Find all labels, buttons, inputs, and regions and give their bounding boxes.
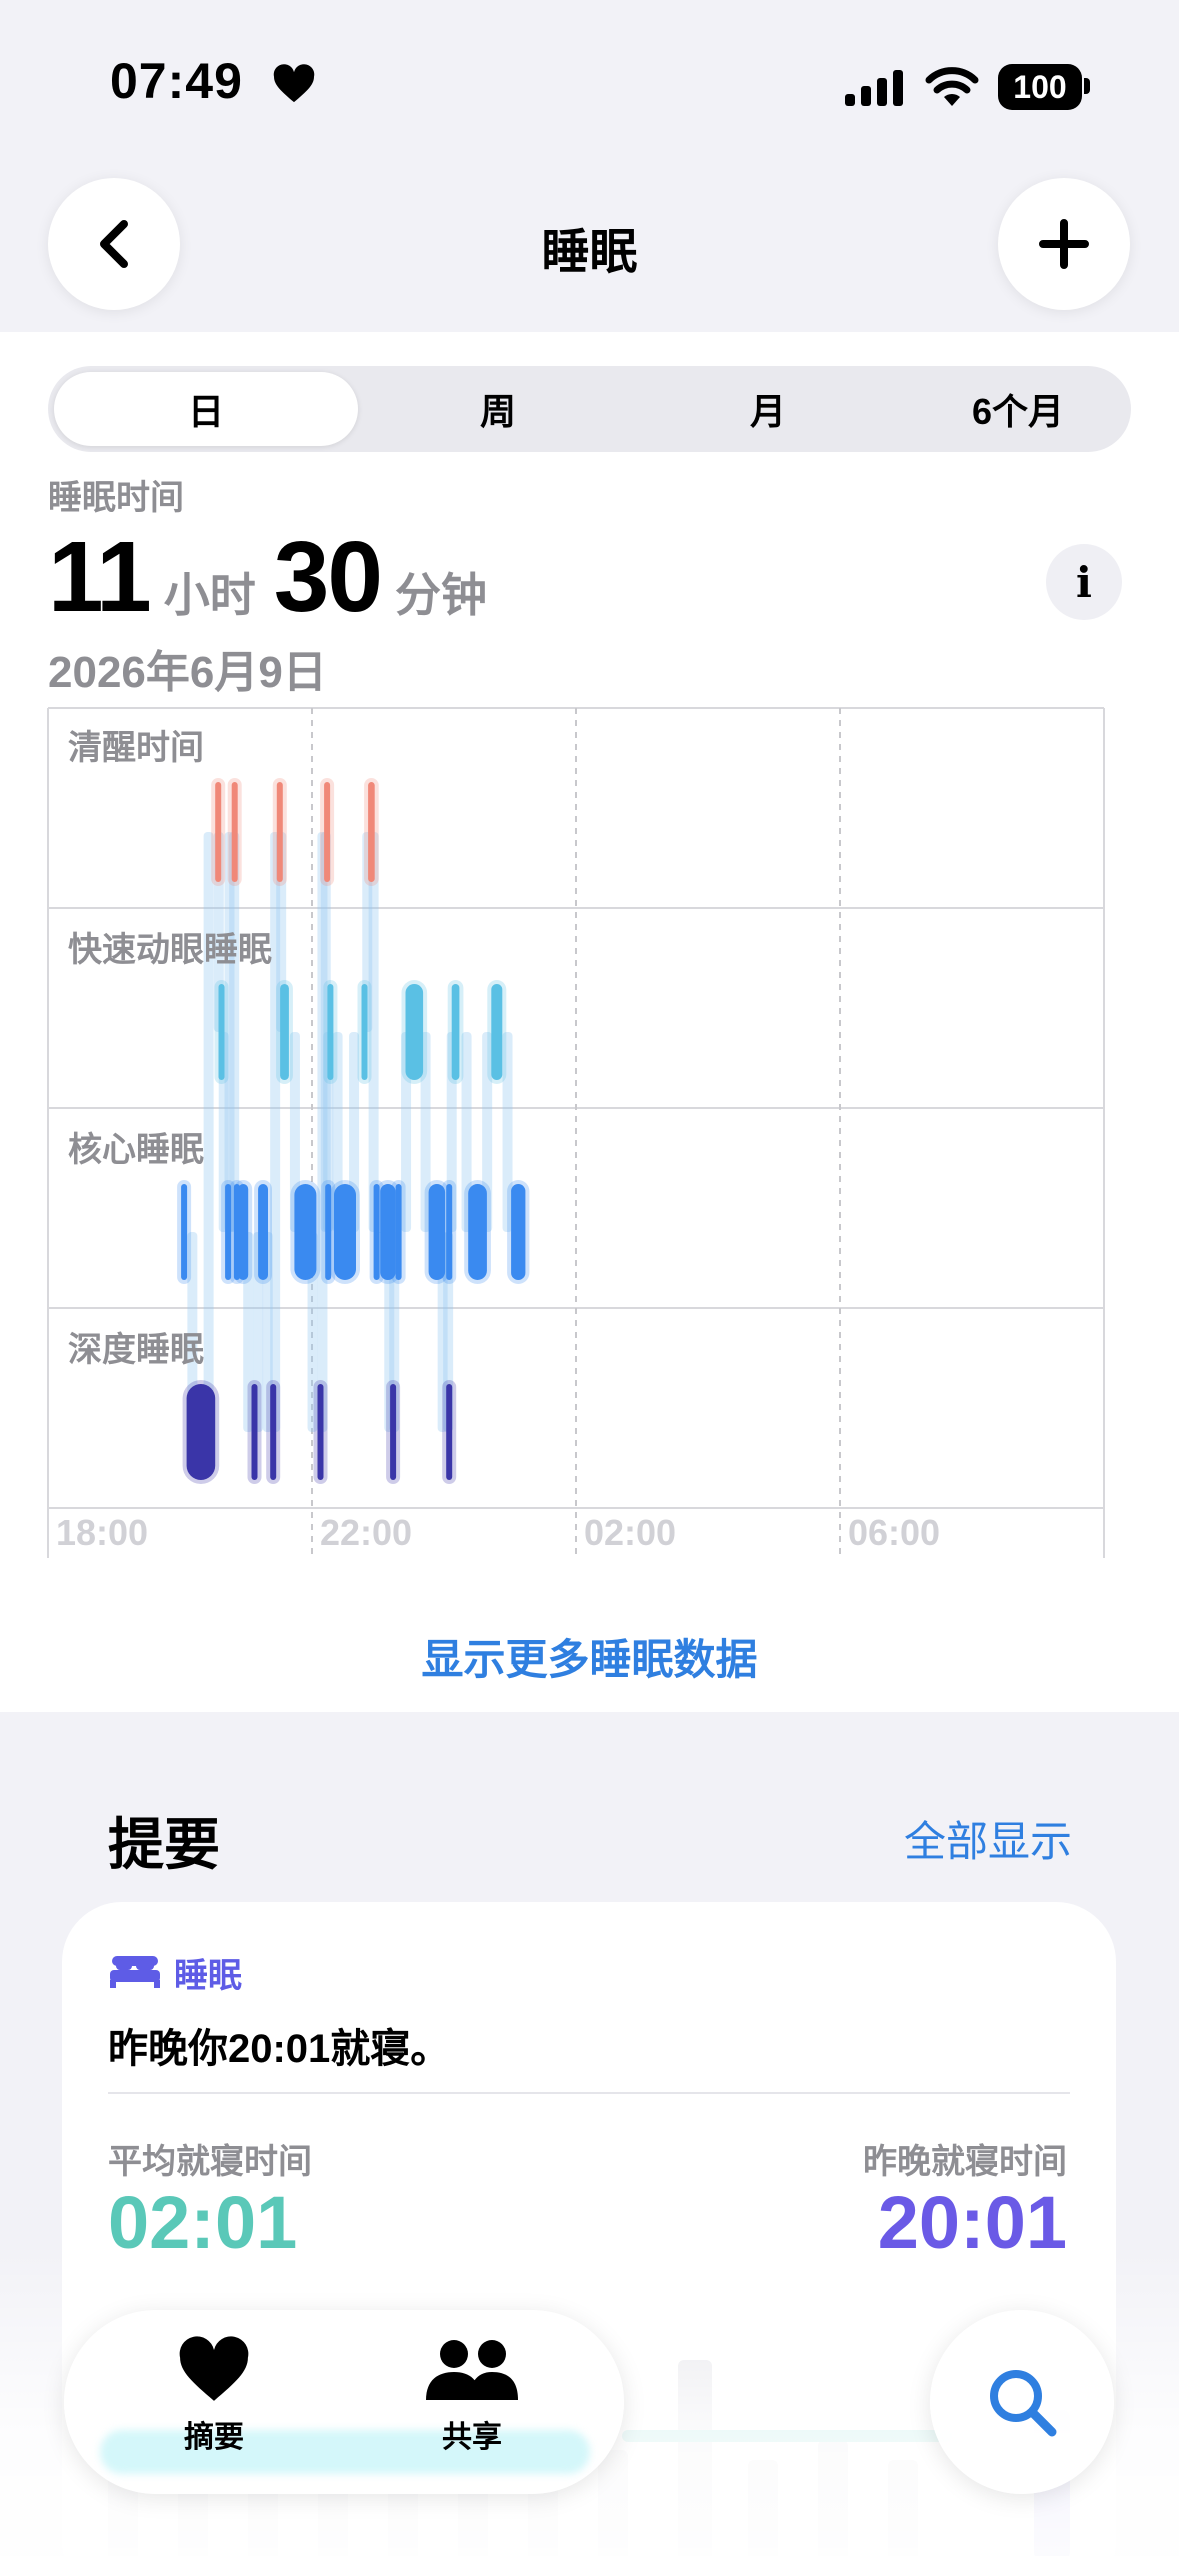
stage-segment-rem bbox=[280, 984, 289, 1080]
heart-icon bbox=[273, 64, 315, 103]
card-headline: 昨晚你20:01就寝。 bbox=[108, 2027, 451, 2071]
stage-segment-rem bbox=[361, 984, 368, 1080]
sleep-duration: 11 小时 30 分钟 bbox=[48, 520, 505, 635]
avg-bedtime-label: 平均就寝时间 bbox=[108, 2143, 312, 2181]
stage-segment-awake bbox=[215, 782, 222, 882]
status-time: 07:49 bbox=[110, 53, 243, 109]
search-icon bbox=[990, 2370, 1057, 2437]
stage-segment-rem bbox=[218, 984, 225, 1080]
stage-segment-core bbox=[294, 1184, 317, 1280]
show-more-sleep-data-link[interactable]: 显示更多睡眠数据 bbox=[0, 1626, 1179, 1687]
stage-segment-awake bbox=[324, 782, 331, 882]
add-data-button[interactable] bbox=[998, 178, 1130, 310]
stage-segment-deep bbox=[251, 1384, 258, 1480]
bed-icon bbox=[110, 1956, 160, 1988]
search-button[interactable] bbox=[930, 2310, 1114, 2494]
highlights-title: 提要 bbox=[108, 1813, 220, 1876]
stage-segment-rem bbox=[491, 984, 503, 1080]
stage-label-awake: 清醒时间 bbox=[68, 729, 204, 767]
stage-label-deep: 深度睡眠 bbox=[68, 1331, 204, 1369]
x-tick-label: 22:00 bbox=[320, 1512, 413, 1553]
x-tick-label: 18:00 bbox=[56, 1512, 149, 1553]
stage-segment-deep bbox=[186, 1384, 216, 1480]
duration-minutes: 30 bbox=[273, 521, 383, 633]
card-category: 睡眠 bbox=[174, 1957, 242, 1995]
stage-segment-deep bbox=[270, 1384, 277, 1480]
tab-summary[interactable]: 摘要 bbox=[134, 2336, 294, 2456]
stage-segment-awake bbox=[368, 782, 375, 882]
show-all-link[interactable]: 全部显示 bbox=[904, 1808, 1072, 1869]
x-tick-label: 02:00 bbox=[584, 1512, 677, 1553]
battery-indicator: 100 bbox=[998, 64, 1090, 110]
card-divider bbox=[108, 2092, 1070, 2094]
cellular-signal-icon bbox=[845, 70, 903, 106]
stage-segment-deep bbox=[317, 1384, 324, 1480]
date-label: 2026年6月9日 bbox=[48, 648, 327, 697]
metric-label: 睡眠时间 bbox=[48, 479, 184, 517]
stage-segment-awake bbox=[231, 782, 238, 882]
stage-segment-core bbox=[468, 1184, 487, 1280]
minutes-unit: 分钟 bbox=[394, 569, 487, 621]
stage-segment-rem bbox=[327, 984, 334, 1080]
stage-segment-deep bbox=[446, 1384, 453, 1480]
tab-sharing-label: 共享 bbox=[442, 2421, 502, 2454]
segment-month[interactable]: 月 bbox=[648, 366, 888, 452]
people-icon bbox=[426, 2340, 518, 2400]
hours-unit: 小时 bbox=[163, 569, 256, 621]
stage-segment-core bbox=[395, 1184, 402, 1280]
segment-6-months[interactable]: 6个月 bbox=[898, 366, 1138, 452]
info-icon: i bbox=[1076, 557, 1092, 607]
stage-segment-core bbox=[511, 1184, 526, 1280]
segment-week[interactable]: 周 bbox=[378, 366, 618, 452]
info-button[interactable]: i bbox=[1046, 544, 1122, 620]
wifi-icon bbox=[925, 67, 979, 106]
battery-level: 100 bbox=[1013, 68, 1067, 105]
heart-icon bbox=[179, 2336, 249, 2401]
stage-connector bbox=[229, 832, 240, 1232]
stage-label-core: 核心睡眠 bbox=[68, 1131, 204, 1169]
duration-hours: 11 bbox=[48, 521, 152, 633]
tab-sharing[interactable]: 共享 bbox=[392, 2336, 552, 2456]
plus-icon bbox=[1039, 219, 1089, 269]
sleep-stages-chart[interactable]: 清醒时间 快速动眼睡眠 核心睡眠 深度睡眠 18:00 22:00 02:00 … bbox=[0, 700, 1179, 1560]
stage-segment-core bbox=[258, 1184, 268, 1280]
x-tick-label: 06:00 bbox=[848, 1512, 941, 1553]
stage-segment-core bbox=[446, 1184, 453, 1280]
stage-label-rem: 快速动眼睡眠 bbox=[68, 931, 272, 969]
segment-day[interactable]: 日 bbox=[54, 372, 358, 446]
period-segmented-control: 日 周 月 6个月 bbox=[48, 366, 1131, 452]
stage-segment-deep bbox=[390, 1384, 397, 1480]
stage-segment-core bbox=[181, 1184, 188, 1280]
stage-segment-core bbox=[238, 1184, 249, 1280]
stage-segment-rem bbox=[405, 984, 424, 1080]
last-bedtime-label: 昨晚就寝时间 bbox=[863, 2143, 1067, 2181]
stage-segment-awake bbox=[276, 782, 283, 882]
stage-segment-core bbox=[334, 1184, 356, 1280]
stage-segment-rem bbox=[451, 984, 460, 1080]
tab-summary-label: 摘要 bbox=[184, 2421, 244, 2454]
